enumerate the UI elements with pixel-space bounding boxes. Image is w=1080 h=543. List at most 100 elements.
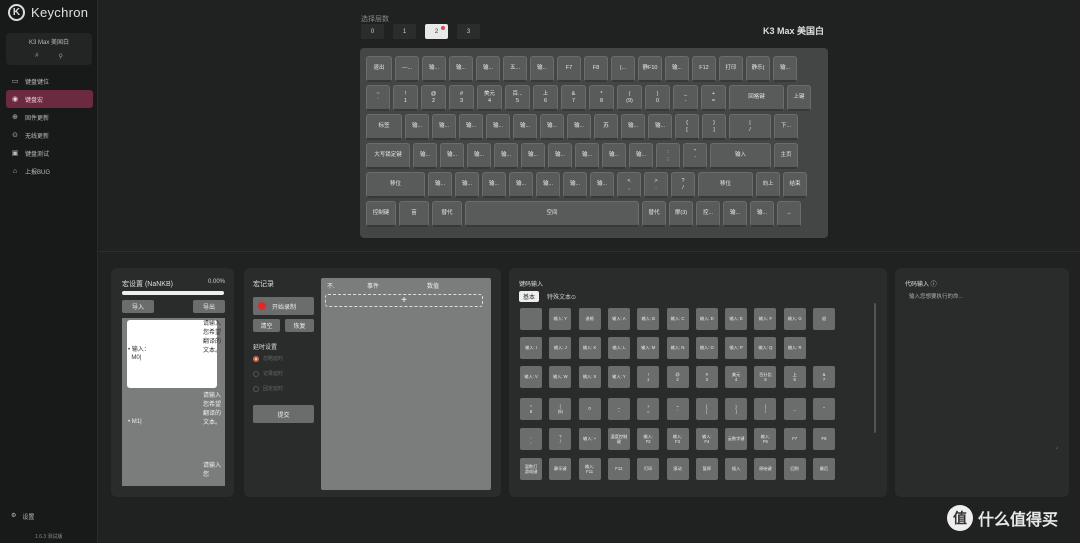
- key[interactable]: →: [777, 201, 801, 227]
- keycode-button[interactable]: 输入: Y: [549, 308, 572, 330]
- key[interactable]: 输...: [530, 56, 554, 82]
- key[interactable]: F8: [584, 56, 608, 82]
- keycode-button[interactable]: 插入: [725, 458, 748, 480]
- keycode-button[interactable]: 静乐键: [549, 458, 572, 480]
- keycode-button[interactable]: 输入: E: [725, 308, 748, 330]
- key[interactable]: 输...: [602, 143, 626, 169]
- keycode-button[interactable]: ? /: [549, 428, 572, 450]
- key[interactable]: 替代: [642, 201, 666, 227]
- keycode-button[interactable]: 输入: Q: [754, 337, 777, 359]
- key[interactable]: 结束: [783, 172, 807, 198]
- keycode-button[interactable]: 输入: M: [637, 337, 660, 359]
- keycode-button[interactable]: 输入: X: [578, 366, 601, 388]
- key[interactable]: 移位: [366, 172, 425, 198]
- submit-button[interactable]: 提交: [253, 405, 314, 423]
- export-button[interactable]: 导出: [193, 300, 225, 313]
- key[interactable]: ) 0: [645, 85, 670, 111]
- key[interactable]: F12: [692, 56, 716, 82]
- start-record-button[interactable]: 开始录制: [253, 297, 314, 315]
- key[interactable]: 回格键: [729, 85, 784, 111]
- key[interactable]: 控制键: [366, 201, 396, 227]
- keycode-button[interactable]: 输入: +: [578, 428, 601, 450]
- key[interactable]: 输...: [750, 201, 774, 227]
- key[interactable]: ! 1: [393, 85, 418, 111]
- key[interactable]: <,: [617, 172, 641, 198]
- keycode-button[interactable]: _: [783, 398, 806, 420]
- keycode-button[interactable]: 输入: R: [783, 337, 806, 359]
- keycode-button[interactable]: 美元 4: [725, 366, 748, 388]
- keycode-button[interactable]: & 7: [813, 366, 835, 388]
- keycode-button[interactable]: 输入: J: [549, 337, 572, 359]
- device-link-icon[interactable]: ⚲: [58, 53, 62, 60]
- macro-item[interactable]: • 输入： M0| 请输入您希望翻译的文本。: [122, 318, 225, 390]
- key[interactable]: 移位: [698, 172, 753, 198]
- key[interactable]: 打印: [719, 56, 743, 82]
- keycode-button[interactable]: F7: [783, 428, 806, 450]
- key[interactable]: 输...: [449, 56, 473, 82]
- sidebar-item-0[interactable]: ▭ 键盘键位: [6, 72, 93, 90]
- key[interactable]: 输...: [455, 172, 479, 198]
- layer-button-3[interactable]: 3: [457, 24, 480, 39]
- macro-item[interactable]: • M1| 请输入您希望翻译的文本。: [122, 390, 225, 462]
- key[interactable]: 输...: [422, 56, 446, 82]
- key[interactable]: 输...: [648, 114, 672, 140]
- key[interactable]: 输...: [567, 114, 591, 140]
- keycode-button[interactable]: 输入: D: [695, 308, 718, 330]
- key[interactable]: & 7: [561, 85, 586, 111]
- keycode-button[interactable]: 滚动: [666, 458, 689, 480]
- key[interactable]: 输...: [590, 172, 614, 198]
- keycode-button[interactable]: 回到: [783, 458, 806, 480]
- sidebar-item-4[interactable]: ▣ 键盘测试: [6, 144, 93, 162]
- key[interactable]: 替代: [432, 201, 462, 227]
- keycode-button[interactable]: 温度控制键: [607, 428, 630, 450]
- key[interactable]: 空间: [465, 201, 639, 227]
- key[interactable]: —...: [395, 56, 419, 82]
- key[interactable]: {[: [675, 114, 699, 140]
- keycode-button[interactable]: 上6: [783, 366, 806, 388]
- keycode-button[interactable]: #3: [695, 366, 718, 388]
- keycode-button[interactable]: 输入: N: [666, 337, 689, 359]
- layer-button-2[interactable]: 2: [425, 24, 448, 39]
- keycode-button[interactable]: ~ `: [666, 398, 689, 420]
- keycode-button[interactable]: ! 1: [637, 366, 660, 388]
- keycode-button[interactable]: + =: [637, 398, 660, 420]
- keycode-button[interactable]: 输入: L: [607, 337, 630, 359]
- keycode-button[interactable]: 暂停: [695, 458, 718, 480]
- key[interactable]: 输...: [428, 172, 452, 198]
- macro-item[interactable]: 请输入您: [122, 462, 225, 486]
- keycode-button[interactable]: 0: [578, 398, 601, 420]
- key[interactable]: 输...: [405, 114, 429, 140]
- key[interactable]: 输...: [509, 172, 533, 198]
- key[interactable]: | /: [729, 114, 771, 140]
- key[interactable]: 静F10: [638, 56, 662, 82]
- keycode-button[interactable]: 输入: P: [725, 337, 748, 359]
- sidebar-item-1[interactable]: ◉ 键盘宏: [6, 90, 93, 108]
- device-settings-icon[interactable]: #: [35, 53, 38, 60]
- key[interactable]: ((9): [617, 85, 642, 111]
- key[interactable]: >.: [644, 172, 668, 198]
- key[interactable]: #3: [449, 85, 474, 111]
- code-input-field[interactable]: 输入您想要执行的命...: [909, 292, 963, 300]
- key[interactable]: ? /: [671, 172, 695, 198]
- key[interactable]: " ': [683, 143, 707, 169]
- key[interactable]: 上键: [787, 85, 811, 111]
- key[interactable]: 输...: [413, 143, 437, 169]
- key[interactable]: 输...: [540, 114, 564, 140]
- keycode-button[interactable]: @2: [666, 366, 689, 388]
- keycode-button[interactable]: 输入: F2: [637, 428, 660, 450]
- key[interactable]: 苏: [594, 114, 618, 140]
- key[interactable]: 大写锁定键: [366, 143, 410, 169]
- keycode-button[interactable]: 输入: G: [783, 308, 806, 330]
- key[interactable]: 退出: [366, 56, 392, 82]
- restore-button[interactable]: 恢复: [285, 319, 314, 332]
- keycode-button[interactable]: 输入: F6: [754, 428, 777, 450]
- keycode-button[interactable]: 输入: O: [695, 337, 718, 359]
- keycode-button[interactable]: 输入: V: [520, 366, 542, 388]
- keycode-button[interactable]: F12: [607, 458, 630, 480]
- keycode-button[interactable]: 云数字键: [725, 428, 748, 450]
- key[interactable]: 输...: [476, 56, 500, 82]
- keycode-button[interactable]: F8: [813, 428, 835, 450]
- keycode-button[interactable]: 输入: K: [578, 337, 601, 359]
- key[interactable]: 向上: [756, 172, 780, 198]
- key[interactable]: }]: [702, 114, 726, 140]
